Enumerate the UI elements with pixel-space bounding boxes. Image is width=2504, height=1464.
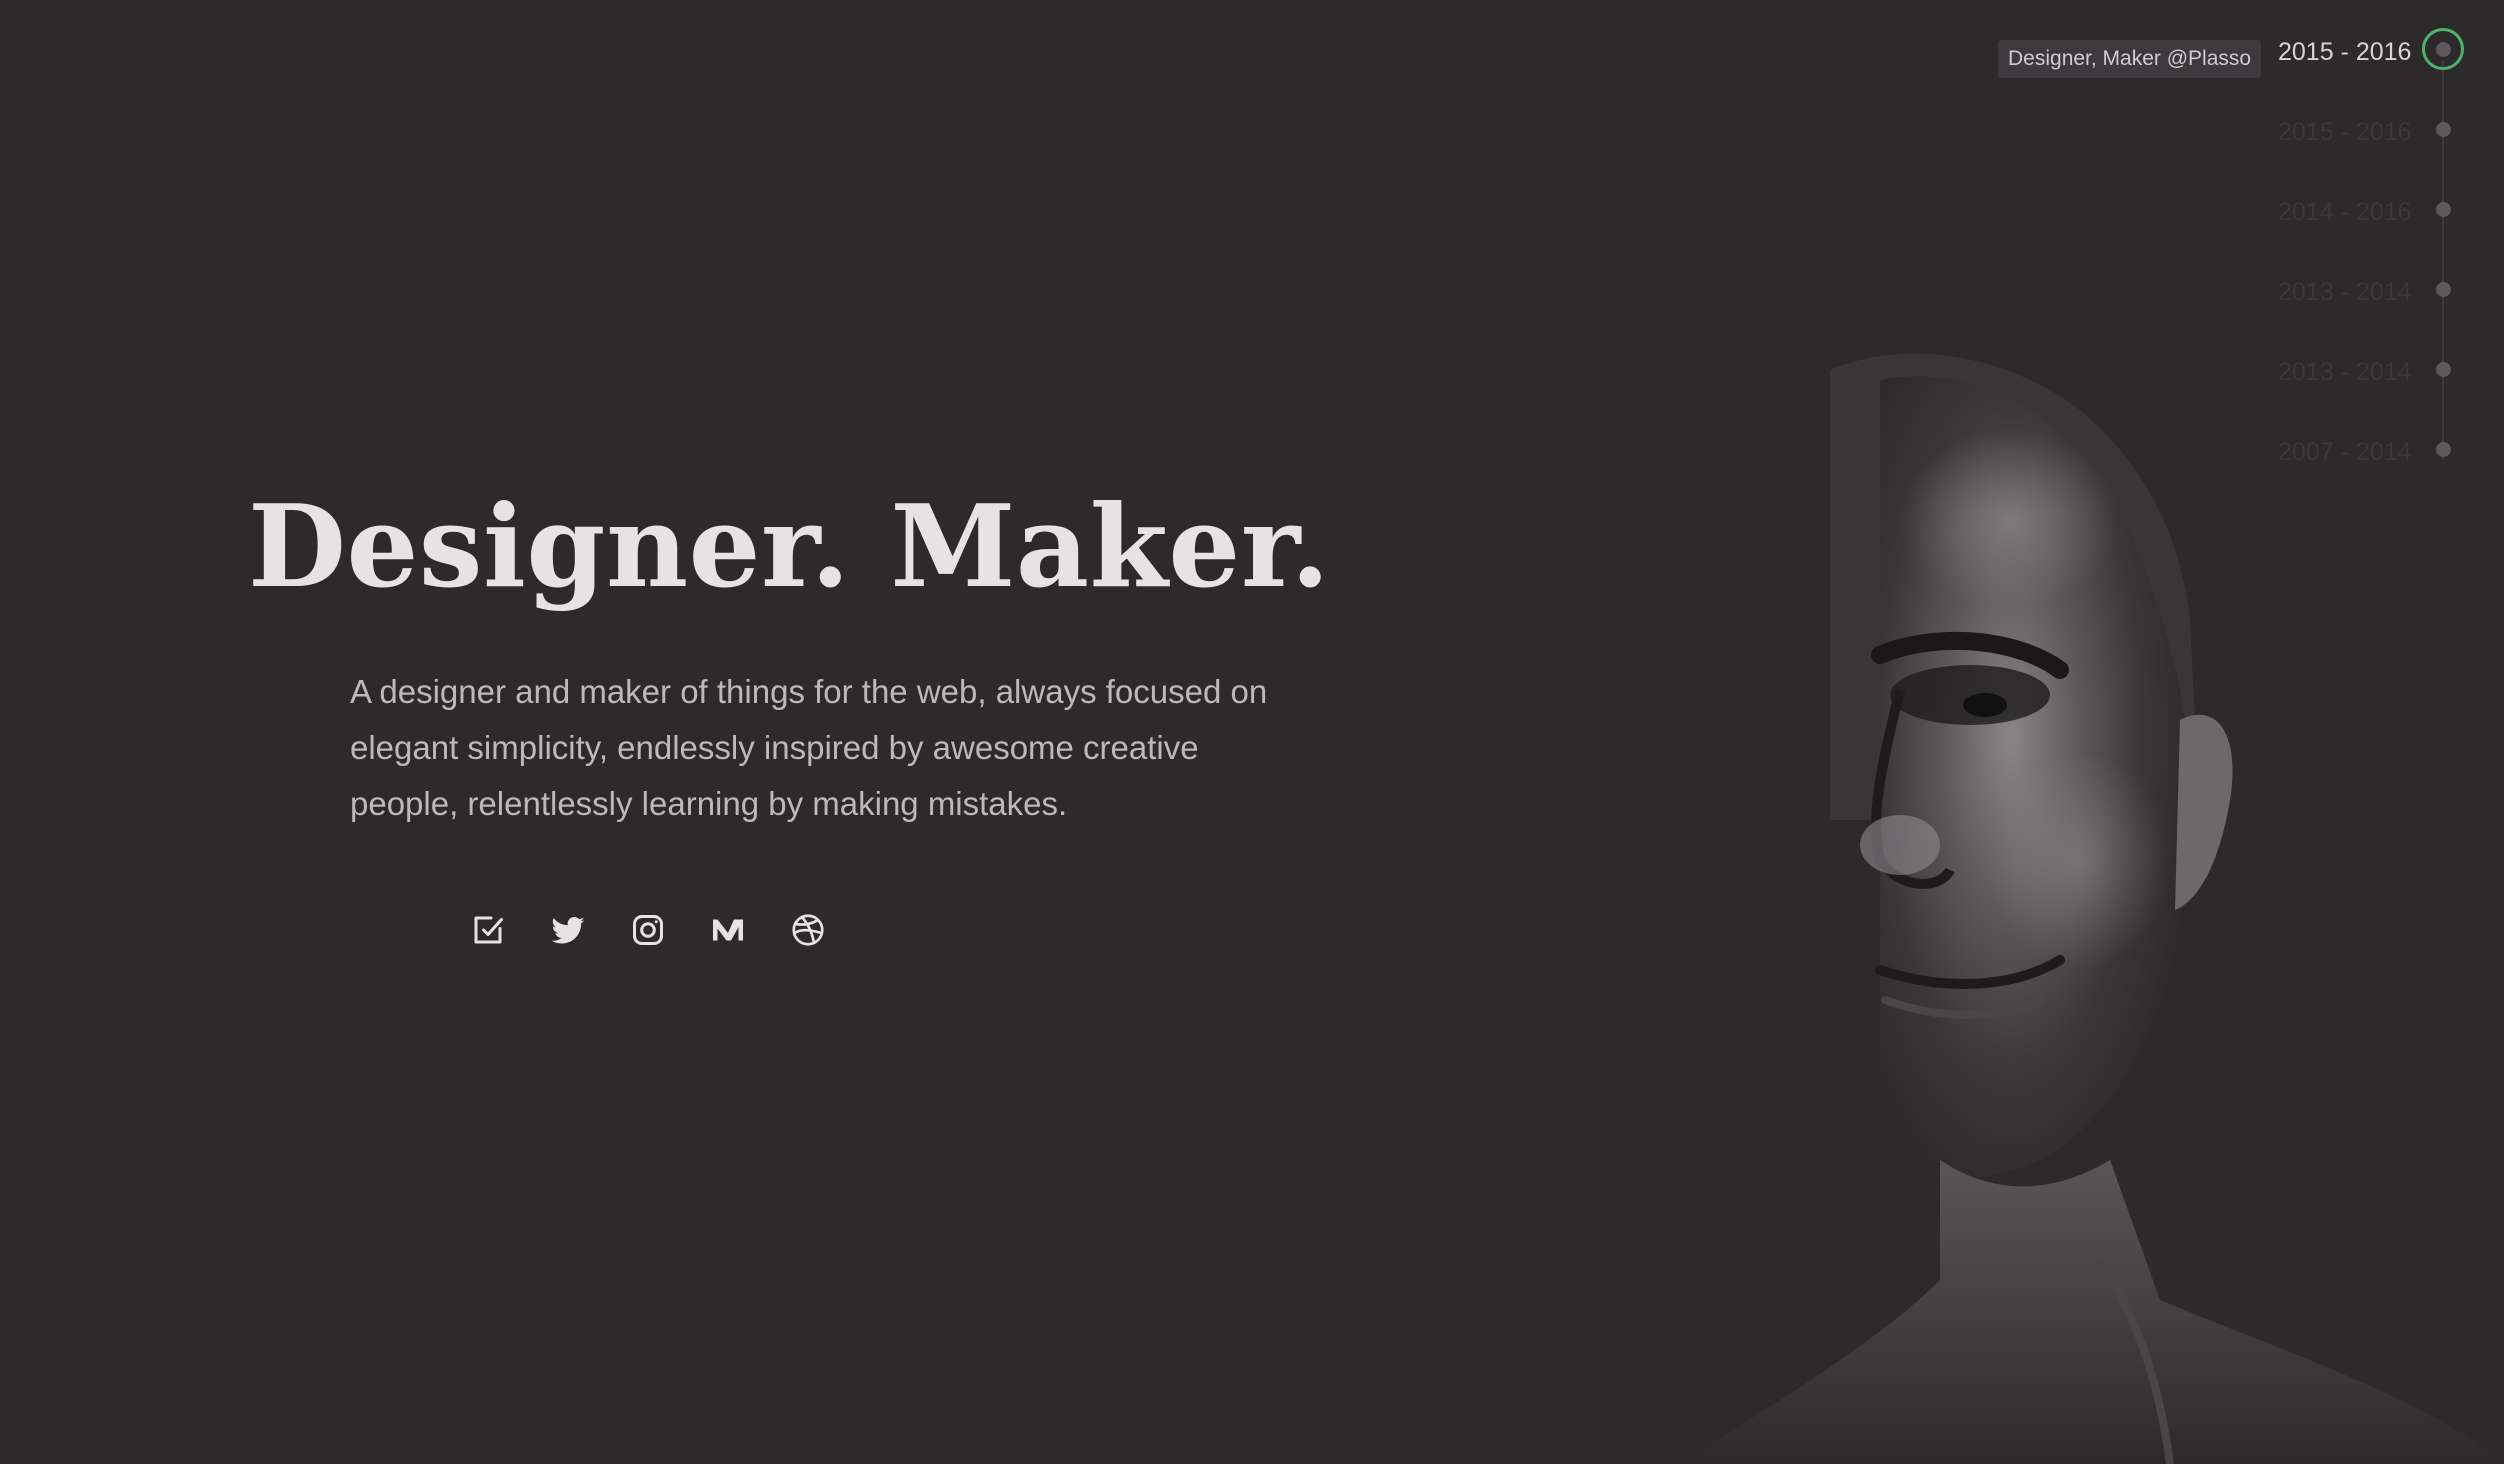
- timeline-item[interactable]: 2015 - 2016: [2270, 28, 2470, 70]
- timeline-item-label: 2015 - 2016: [2278, 118, 2412, 146]
- blog-link[interactable]: [468, 910, 508, 950]
- timeline-item-label: 2015 - 2016: [2278, 38, 2412, 66]
- medium-link[interactable]: [708, 910, 748, 950]
- hero-intro: A designer and maker of things for the w…: [350, 673, 1268, 822]
- timeline-item-label: 2013 - 2014: [2278, 278, 2412, 306]
- timeline-dot-icon: [2436, 122, 2451, 137]
- timeline-item[interactable]: 2013 - 2014: [2270, 270, 2470, 310]
- timeline-item[interactable]: 2013 - 2014: [2270, 350, 2470, 390]
- twitter-icon: [551, 916, 585, 944]
- social-links: [468, 910, 828, 950]
- active-role-badge: Designer, Maker @Plasso: [1998, 40, 2262, 78]
- timeline-item-label: 2014 - 2016: [2278, 198, 2412, 226]
- dribbble-link[interactable]: [788, 910, 828, 950]
- timeline-dot-icon: [2436, 202, 2451, 217]
- instagram-icon: [633, 915, 663, 945]
- dribbble-icon: [792, 914, 824, 946]
- instagram-link[interactable]: [628, 910, 668, 950]
- medium-icon: [713, 919, 743, 941]
- timeline-dot-icon: [2436, 442, 2451, 457]
- timeline-item-label: 2007 - 2014: [2278, 438, 2412, 466]
- timeline-item[interactable]: 2014 - 2016: [2270, 190, 2470, 230]
- twitter-link[interactable]: [548, 910, 588, 950]
- timeline-dot-icon: [2436, 282, 2451, 297]
- timeline-item[interactable]: 2007 - 2014: [2270, 430, 2470, 470]
- timeline-dot-icon: [2436, 362, 2451, 377]
- career-timeline: 2015 - 2016 2015 - 2016 2014 - 2016 2013…: [2270, 28, 2470, 480]
- timeline-dot-icon: [2436, 42, 2451, 57]
- hero-headline: Designer. Maker.: [248, 480, 1331, 613]
- timeline-item[interactable]: 2015 - 2016: [2270, 110, 2470, 150]
- timeline-item-label: 2013 - 2014: [2278, 358, 2412, 386]
- blog-icon: [474, 916, 503, 944]
